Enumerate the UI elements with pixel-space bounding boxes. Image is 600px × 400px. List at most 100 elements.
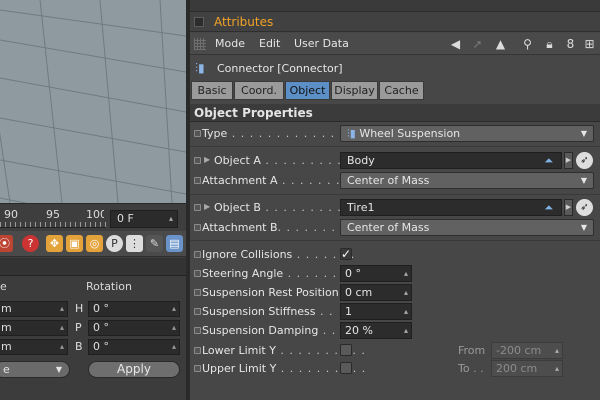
paint-icon[interactable]: ✎ xyxy=(146,235,163,252)
apply-button[interactable]: Apply xyxy=(88,361,180,378)
animate-dot-icon[interactable] xyxy=(194,251,201,258)
up-arrow-icon[interactable]: ▲ xyxy=(493,36,508,52)
animate-dot-icon[interactable] xyxy=(194,308,201,315)
animate-dot-icon[interactable] xyxy=(194,157,201,164)
stepper-icon: ▴ xyxy=(554,346,559,355)
animate-dot-icon[interactable] xyxy=(194,270,201,277)
current-frame-field[interactable]: 0 F ▴ xyxy=(110,210,178,228)
menu-grip-icon[interactable] xyxy=(194,38,206,50)
rotation-field[interactable]: 0 ° ▴ xyxy=(88,339,180,355)
record-icon[interactable]: ⦿ xyxy=(0,235,13,252)
doc-icon[interactable]: ▤ xyxy=(166,235,183,252)
animate-dot-icon[interactable] xyxy=(194,204,201,211)
p-icon[interactable]: P xyxy=(106,235,123,252)
tab-coord[interactable]: Coord. xyxy=(234,81,284,100)
expand-triangle-icon[interactable]: ▶ xyxy=(204,202,210,211)
scale-icon[interactable]: ▣ xyxy=(66,235,83,252)
3d-viewport[interactable] xyxy=(0,0,186,203)
link-menu-button[interactable]: ▶ xyxy=(564,199,573,216)
forward-arrow-icon[interactable]: ➚ xyxy=(470,36,485,52)
animate-dot-icon[interactable] xyxy=(194,347,201,354)
column-header: e xyxy=(0,280,7,293)
animate-dot-icon[interactable] xyxy=(194,224,201,231)
animate-dot-icon[interactable] xyxy=(194,327,201,334)
from-field[interactable]: -200 cm ▴ xyxy=(491,342,563,359)
rotation-field[interactable]: 0 ° ▴ xyxy=(88,301,180,317)
tab-basic[interactable]: Basic xyxy=(191,81,233,100)
axis-label: P xyxy=(75,321,82,334)
rotate-icon[interactable]: ◎ xyxy=(86,235,103,252)
grid-icon[interactable]: ⋮ xyxy=(126,235,143,252)
animate-dot-icon[interactable] xyxy=(194,177,201,184)
attachment-b-dropdown[interactable]: Center of Mass ▼ xyxy=(340,219,594,236)
panel-grip-icon[interactable] xyxy=(194,17,204,27)
attachment-a-row: Attachment A . . . . . . . . Center of M… xyxy=(190,171,600,190)
from-label: From xyxy=(458,344,486,357)
ignore-collisions-row: Ignore Collisions . . . . . . . ✓ xyxy=(190,245,600,264)
tab-display[interactable]: Display xyxy=(331,81,378,100)
column-header: Rotation xyxy=(86,280,133,293)
steering-angle-field[interactable]: 0 ° ▴ xyxy=(340,265,412,282)
attachment-a-dropdown[interactable]: Center of Mass ▼ xyxy=(340,172,594,189)
chevron-down-icon: ▼ xyxy=(580,176,587,185)
top-strip xyxy=(190,0,600,12)
new-panel-icon[interactable]: ⊞ xyxy=(582,36,597,52)
ignore-collisions-label: Ignore Collisions . . . . . . . xyxy=(202,248,356,261)
upper-limit-checkbox[interactable] xyxy=(340,362,352,374)
attributes-menubar: Mode Edit User Data ◀ ➚ ▲ ⚲ 🔒︎ 8 ⊞ xyxy=(190,33,600,55)
object-icon: ⏶ xyxy=(544,154,553,167)
timeline-ruler[interactable] xyxy=(0,222,106,228)
stepper-icon[interactable]: ▴ xyxy=(169,211,173,227)
animate-dot-icon[interactable] xyxy=(194,130,201,137)
expand-triangle-icon[interactable]: ▶ xyxy=(204,155,210,164)
stiffness-label: Suspension Stiffness . . xyxy=(202,305,334,318)
search-icon[interactable]: ⚲ xyxy=(520,36,535,52)
coordinate-mode-select[interactable]: e ▼ xyxy=(0,361,70,378)
object-name: Connector [Connector] xyxy=(217,62,343,75)
attachment-b-label: Attachment B. . . . . . . . xyxy=(202,221,345,234)
animate-dot-icon[interactable] xyxy=(194,289,201,296)
to-field[interactable]: 200 cm ▴ xyxy=(491,360,563,377)
attributes-titlebar: Attributes xyxy=(190,12,600,32)
back-arrow-icon[interactable]: ◀ xyxy=(448,36,463,52)
pick-session-icon[interactable]: ➶ xyxy=(576,152,593,169)
viewport-grid xyxy=(0,0,186,203)
current-frame-value: 0 F xyxy=(117,212,134,225)
attributes-panel: Attributes Mode Edit User Data ◀ ➚ ▲ ⚲ 🔒… xyxy=(190,0,600,400)
tab-cache[interactable]: Cache xyxy=(379,81,424,100)
ignore-collisions-checkbox[interactable]: ✓ xyxy=(340,248,352,260)
pick-session-icon[interactable]: ➶ xyxy=(576,199,593,216)
stepper-icon: ▴ xyxy=(403,307,408,316)
help-icon[interactable]: ? xyxy=(22,235,39,252)
object-a-row: ▶ Object A . . . . . . . . . . . . Body … xyxy=(190,151,600,170)
stiffness-row: Suspension Stiffness . . 1 ▴ xyxy=(190,302,600,321)
position-field[interactable]: m ▴ xyxy=(0,320,68,336)
stiffness-field[interactable]: 1 ▴ xyxy=(340,303,412,320)
type-dropdown[interactable]: ⫶▮ Wheel Suspension ▼ xyxy=(340,125,594,142)
link-menu-button[interactable]: ▶ xyxy=(564,152,573,169)
to-label: To . . xyxy=(458,362,484,375)
animate-dot-icon[interactable] xyxy=(194,365,201,372)
rest-position-field[interactable]: 0 cm ▴ xyxy=(340,284,412,301)
timeline[interactable]: 90 95 100 0 F ▴ xyxy=(0,203,186,231)
menu-edit[interactable]: Edit xyxy=(259,37,280,50)
damping-field[interactable]: 20 % ▴ xyxy=(340,322,412,339)
panel-title: Attributes xyxy=(214,15,274,29)
position-field[interactable]: m ▴ xyxy=(0,301,68,317)
menu-user-data[interactable]: User Data xyxy=(294,37,349,50)
stepper-icon: ▴ xyxy=(554,364,559,373)
timeline-tick: 100 xyxy=(86,208,104,221)
lower-limit-checkbox[interactable] xyxy=(340,344,352,356)
connector-icon: ⫶▮ xyxy=(195,61,205,75)
menu-mode[interactable]: Mode xyxy=(215,37,245,50)
object-b-link-field[interactable]: Tire1 ⏶ xyxy=(340,199,562,216)
tab-object[interactable]: Object xyxy=(285,81,330,100)
attachment-b-row: Attachment B. . . . . . . . Center of Ma… xyxy=(190,218,600,237)
link-icon[interactable]: 8 xyxy=(563,36,578,52)
lock-icon[interactable]: 🔒︎ xyxy=(542,36,557,52)
position-field[interactable]: m ▴ xyxy=(0,339,68,355)
rotation-field[interactable]: 0 ° ▴ xyxy=(88,320,180,336)
divider xyxy=(190,240,600,241)
object-a-link-field[interactable]: Body ⏶ xyxy=(340,152,562,169)
move-icon[interactable]: ✥ xyxy=(46,235,63,252)
